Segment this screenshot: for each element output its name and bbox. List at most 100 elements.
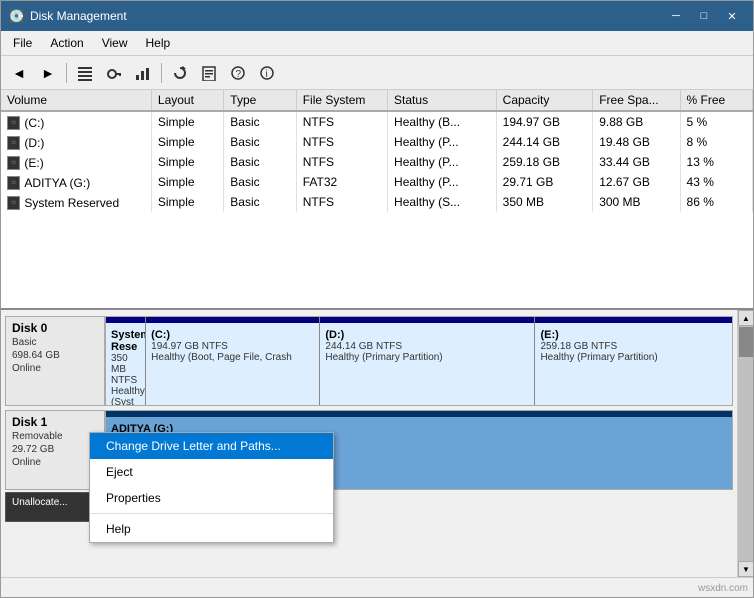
col-volume[interactable]: Volume — [1, 90, 151, 111]
table-cell-1-7: 8 % — [680, 132, 752, 152]
scroll-down[interactable]: ▼ — [738, 561, 753, 577]
partition-c[interactable]: (C:) 194.97 GB NTFS Healthy (Boot, Page … — [146, 317, 320, 405]
toolbar-btn4[interactable] — [166, 60, 194, 86]
disk0-row: Disk 0 Basic 698.64 GB Online System Res… — [5, 316, 733, 406]
context-menu: Change Drive Letter and Paths... Eject P… — [89, 432, 334, 543]
context-menu-help[interactable]: Help — [90, 516, 333, 542]
col-layout[interactable]: Layout — [151, 90, 223, 111]
menu-action[interactable]: Action — [42, 33, 91, 53]
minimize-button[interactable]: ─ — [663, 6, 689, 26]
scroll-track[interactable] — [738, 326, 753, 561]
menu-file[interactable]: File — [5, 33, 40, 53]
key-icon — [106, 65, 122, 81]
partition-name-sysreserved: System Rese — [111, 329, 140, 353]
partition-size-c: 194.97 GB NTFS — [151, 341, 314, 352]
table-row[interactable]: = ADITYA (G:) SimpleBasicFAT32Healthy (P… — [1, 172, 753, 192]
table-cell-2-2: Basic — [224, 152, 296, 172]
table-cell-3-4: Healthy (P... — [388, 172, 497, 192]
partition-name-d: (D:) — [325, 329, 529, 341]
context-menu-properties[interactable]: Properties — [90, 485, 333, 511]
toolbar-btn2[interactable] — [100, 60, 128, 86]
partition-name-e: (E:) — [540, 329, 727, 341]
col-status[interactable]: Status — [388, 90, 497, 111]
toolbar-sep1 — [66, 63, 67, 83]
partition-content-d: (D:) 244.14 GB NTFS Healthy (Primary Par… — [325, 329, 529, 363]
col-type[interactable]: Type — [224, 90, 296, 111]
context-menu-change-drive-letter[interactable]: Change Drive Letter and Paths... — [90, 433, 333, 459]
context-menu-eject[interactable]: Eject — [90, 459, 333, 485]
toolbar-btn7[interactable]: i — [253, 60, 281, 86]
table-cell-2-7: 13 % — [680, 152, 752, 172]
disk0-type: Basic — [12, 337, 98, 348]
disk0-name: Disk 0 — [12, 321, 98, 335]
toolbar-back[interactable]: ◄ — [5, 60, 33, 86]
help-icon: ? — [230, 65, 246, 81]
chart-icon — [135, 65, 151, 81]
partition-size-sysreserved: 350 MB NTFS — [111, 353, 140, 386]
toolbar-forward[interactable]: ► — [34, 60, 62, 86]
partition-status-c: Healthy (Boot, Page File, Crash — [151, 352, 314, 363]
title-bar: 💽 Disk Management ─ □ ✕ — [1, 1, 753, 31]
table-cell-0-2: Basic — [224, 111, 296, 132]
partition-size-e: 259.18 GB NTFS — [540, 341, 727, 352]
partition-e[interactable]: (E:) 259.18 GB NTFS Healthy (Primary Par… — [535, 317, 732, 405]
refresh-icon — [172, 65, 188, 81]
table-cell-1-5: 244.14 GB — [496, 132, 593, 152]
partition-header-e — [535, 317, 732, 323]
disk0-partitions: System Rese 350 MB NTFS Healthy (Syst (C… — [105, 316, 733, 406]
toolbar: ◄ ► — [1, 56, 753, 90]
disk0-size: 698.64 GB — [12, 350, 98, 361]
table-cell-2-6: 33.44 GB — [593, 152, 680, 172]
table-cell-4-6: 300 MB — [593, 192, 680, 212]
partition-status-d: Healthy (Primary Partition) — [325, 352, 529, 363]
toolbar-btn6[interactable]: ? — [224, 60, 252, 86]
maximize-button[interactable]: □ — [691, 6, 717, 26]
disk1-name: Disk 1 — [12, 415, 98, 429]
volume-table-area: Volume Layout Type File System Status Ca… — [1, 90, 753, 310]
close-button[interactable]: ✕ — [719, 6, 745, 26]
toolbar-btn5[interactable] — [195, 60, 223, 86]
table-cell-4-1: Simple — [151, 192, 223, 212]
scroll-up[interactable]: ▲ — [738, 310, 753, 326]
table-cell-0-3: NTFS — [296, 111, 387, 132]
partition-size-d: 244.14 GB NTFS — [325, 341, 529, 352]
col-filesystem[interactable]: File System — [296, 90, 387, 111]
col-freespace[interactable]: Free Spa... — [593, 90, 680, 111]
partition-status-e: Healthy (Primary Partition) — [540, 352, 727, 363]
table-cell-2-3: NTFS — [296, 152, 387, 172]
table-cell-0-4: Healthy (B... — [388, 111, 497, 132]
partition-d[interactable]: (D:) 244.14 GB NTFS Healthy (Primary Par… — [320, 317, 535, 405]
table-header-row: Volume Layout Type File System Status Ca… — [1, 90, 753, 111]
partition-content-sysreserved: System Rese 350 MB NTFS Healthy (Syst — [111, 329, 140, 405]
scroll-thumb[interactable] — [739, 327, 753, 357]
table-cell-4-0: = System Reserved — [1, 192, 151, 212]
col-pctfree[interactable]: % Free — [680, 90, 752, 111]
table-row[interactable]: = (D:) SimpleBasicNTFSHealthy (P...244.1… — [1, 132, 753, 152]
table-cell-0-0: = (C:) — [1, 111, 151, 132]
disk1-status: Online — [12, 457, 98, 468]
status-bar — [1, 577, 753, 597]
partition-sysreserved[interactable]: System Rese 350 MB NTFS Healthy (Syst — [106, 317, 146, 405]
table-cell-3-0: = ADITYA (G:) — [1, 172, 151, 192]
svg-text:i: i — [266, 69, 268, 80]
menu-view[interactable]: View — [94, 33, 136, 53]
main-window: 💽 Disk Management ─ □ ✕ File Action View… — [0, 0, 754, 598]
disk1-type: Removable — [12, 431, 98, 442]
table-cell-3-7: 43 % — [680, 172, 752, 192]
table-row[interactable]: = (E:) SimpleBasicNTFSHealthy (P...259.1… — [1, 152, 753, 172]
unallocated-text: Unallocate... — [12, 497, 98, 508]
table-cell-1-0: = (D:) — [1, 132, 151, 152]
toolbar-btn3[interactable] — [129, 60, 157, 86]
disk0-label: Disk 0 Basic 698.64 GB Online — [5, 316, 105, 406]
table-row[interactable]: = (C:) SimpleBasicNTFSHealthy (B...194.9… — [1, 111, 753, 132]
menu-help[interactable]: Help — [138, 33, 179, 53]
table-row[interactable]: = System Reserved SimpleBasicNTFSHealthy… — [1, 192, 753, 212]
toolbar-btn1[interactable] — [71, 60, 99, 86]
partition-name-c: (C:) — [151, 329, 314, 341]
col-capacity[interactable]: Capacity — [496, 90, 593, 111]
table-cell-3-3: FAT32 — [296, 172, 387, 192]
disk-scrollbar: ▲ ▼ — [737, 310, 753, 577]
partition-content-c: (C:) 194.97 GB NTFS Healthy (Boot, Page … — [151, 329, 314, 363]
partition-header-c — [146, 317, 319, 323]
info-icon: i — [259, 65, 275, 81]
